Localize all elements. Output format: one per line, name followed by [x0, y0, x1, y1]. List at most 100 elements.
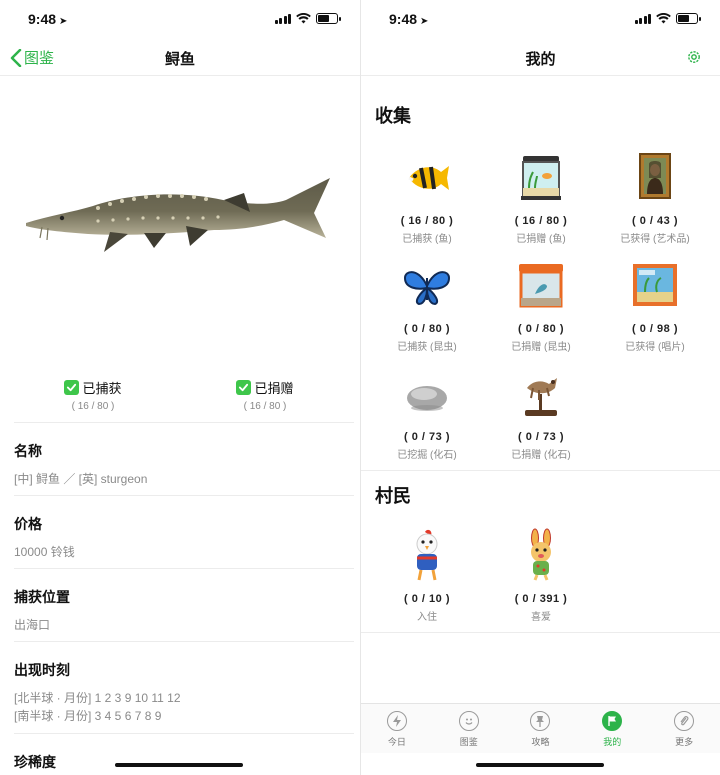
insect-case-icon — [519, 264, 563, 308]
gear-icon[interactable] — [686, 49, 702, 65]
tab-today[interactable]: 今日 — [361, 704, 433, 753]
villager-count: ( 0 / 10 ) — [404, 593, 450, 605]
name-value: [中] 鲟鱼 ／ [英] sturgeon — [14, 472, 148, 486]
collect-insect-caught[interactable]: ( 0 / 80 ) 已捕获 (昆虫) — [367, 258, 487, 353]
collect-insect-donated[interactable]: ( 0 / 80 ) 已捐赠 (昆虫) — [481, 258, 601, 353]
donated-status[interactable]: 已捐赠 ( 16 / 80 ) — [205, 378, 325, 412]
villager-rabbit-icon — [531, 528, 551, 581]
checkmark-icon — [236, 380, 252, 395]
villager-resident[interactable]: ( 0 / 10 ) 入住 — [367, 528, 487, 623]
cellular-signal-icon — [274, 13, 291, 24]
tab-more[interactable]: 更多 — [648, 704, 720, 753]
tab-label: 图鉴 — [459, 737, 478, 747]
location-icon: ➤ — [59, 16, 68, 27]
caught-label: 已捕获 — [82, 381, 122, 396]
wifi-icon — [656, 13, 671, 24]
section-divider — [361, 470, 720, 471]
home-indicator[interactable] — [476, 763, 604, 767]
collection-title: 收集 — [375, 106, 411, 126]
paperclip-icon — [674, 711, 695, 731]
villager-chicken-icon — [416, 529, 438, 581]
collect-label: 已获得 (艺术品) — [620, 234, 690, 245]
section-divider — [361, 632, 720, 633]
collect-art[interactable]: ( 0 / 43 ) 已获得 (艺术品) — [595, 150, 715, 245]
tab-mine[interactable]: 我的 — [576, 704, 648, 753]
tab-label: 今日 — [387, 737, 406, 747]
status-icons — [634, 13, 701, 24]
villager-favorite[interactable]: ( 0 / 391 ) 喜爱 — [481, 528, 601, 623]
collect-label: 已捐赠 (鱼) — [516, 234, 566, 245]
villager-label: 入住 — [417, 612, 437, 623]
collect-count: ( 0 / 80 ) — [518, 323, 564, 335]
battery-icon — [316, 13, 341, 24]
price-section: 价格 10000 铃钱 — [14, 495, 354, 568]
collect-fish-caught[interactable]: ( 16 / 80 ) 已捕获 (鱼) — [367, 150, 487, 245]
collect-fossil-donated[interactable]: ( 0 / 73 ) 已捐赠 (化石) — [481, 366, 601, 461]
tab-encyclopedia[interactable]: 图鉴 — [433, 704, 505, 753]
status-time: 9:48 ➤ — [389, 11, 428, 27]
record-icon — [633, 264, 677, 306]
fish-icon — [408, 166, 449, 190]
collect-fossil-dug[interactable]: ( 0 / 73 ) 已挖掘 (化石) — [367, 366, 487, 461]
name-section: 名称 [中] 鲟鱼 ／ [英] sturgeon — [14, 422, 354, 495]
caught-count: ( 16 / 80 ) — [71, 401, 115, 412]
collect-fish-donated[interactable]: ( 16 / 80 ) 已捐赠 (鱼) — [481, 150, 601, 245]
collect-label: 已捐赠 (化石) — [511, 450, 571, 461]
collect-label: 已捐赠 (昆虫) — [511, 342, 571, 353]
aquarium-icon — [521, 156, 561, 200]
collect-count: ( 16 / 80 ) — [514, 215, 568, 227]
collect-count: ( 0 / 73 ) — [404, 431, 450, 443]
collect-label: 已捕获 (昆虫) — [397, 342, 457, 353]
collection-status: 已捕获 ( 16 / 80 ) 已捐赠 ( 16 / 80 ) — [0, 378, 360, 418]
sturgeon-image — [26, 178, 330, 252]
fossil-skeleton-icon — [525, 378, 557, 416]
status-time-text: 9:48 — [389, 11, 418, 27]
status-time-text: 9:48 — [28, 11, 57, 27]
status-bar: 9:48 ➤ — [0, 0, 360, 40]
status-bar: 9:48 ➤ — [361, 0, 720, 40]
villager-title: 村民 — [375, 486, 411, 506]
location-icon: ➤ — [420, 16, 429, 27]
nav-bar: 图鉴 鲟鱼 — [0, 40, 360, 76]
price-heading: 价格 — [14, 516, 42, 532]
flag-icon — [602, 711, 623, 731]
nav-bar: 我的 — [361, 40, 720, 76]
time-section: 出现时刻 [北半球 · 月份] 1 2 3 9 10 11 12 [南半球 · … — [14, 641, 354, 733]
donated-label: 已捐赠 — [254, 381, 294, 396]
collect-count: ( 0 / 98 ) — [632, 323, 678, 335]
wifi-icon — [296, 13, 311, 24]
fish-detail-screen: 9:48 ➤ 图鉴 鲟鱼 已捕获 (16 / 80) 已捐赠 (16 / … — [0, 0, 360, 775]
tab-guide[interactable]: 攻略 — [505, 704, 577, 753]
rarity-heading: 珍稀度 — [14, 754, 56, 770]
butterfly-icon — [403, 271, 451, 306]
north-months: [北半球 · 月份] 1 2 3 9 10 11 12 — [14, 691, 181, 705]
profile-screen: 9:48 ➤ 我的 收集 ( 16 / 80 ) 已捕获 (鱼) (16 / … — [361, 0, 720, 775]
location-heading: 捕获位置 — [14, 589, 70, 605]
collect-label: 已捕获 (鱼) — [402, 234, 452, 245]
tab-label: 更多 — [675, 737, 694, 747]
caught-status[interactable]: 已捕获 ( 16 / 80 ) — [33, 378, 153, 412]
collect-count: ( 0 / 43 ) — [632, 215, 678, 227]
pin-icon — [530, 711, 551, 731]
collect-label: 已挖掘 (化石) — [397, 450, 457, 461]
smile-icon — [458, 711, 479, 731]
checkmark-icon — [64, 380, 80, 395]
collect-count: ( 16 / 80 ) — [400, 215, 454, 227]
time-heading: 出现时刻 — [14, 662, 70, 678]
name-heading: 名称 — [14, 443, 42, 459]
tab-label: 攻略 — [531, 737, 550, 747]
villager-count: ( 0 / 391 ) — [514, 593, 568, 605]
bolt-icon — [386, 711, 407, 731]
fossil-rock-icon — [407, 386, 447, 411]
time-values: [北半球 · 月份] 1 2 3 9 10 11 12 [南半球 · 月份] 3… — [14, 689, 354, 725]
villager-label: 喜爱 — [531, 612, 551, 623]
collect-records[interactable]: ( 0 / 98 ) 已获得 (唱片) — [595, 258, 715, 353]
status-icons — [274, 13, 341, 24]
rarity-section: 珍稀度 — [14, 733, 354, 775]
price-value: 10000 铃钱 — [14, 545, 75, 559]
status-time: 9:48 ➤ — [28, 11, 67, 27]
cellular-signal-icon — [634, 13, 651, 24]
page-title: 我的 — [525, 51, 556, 68]
tab-bar: 今日 图鉴 攻略 我的 更多 — [361, 703, 720, 753]
home-indicator[interactable] — [115, 763, 243, 767]
